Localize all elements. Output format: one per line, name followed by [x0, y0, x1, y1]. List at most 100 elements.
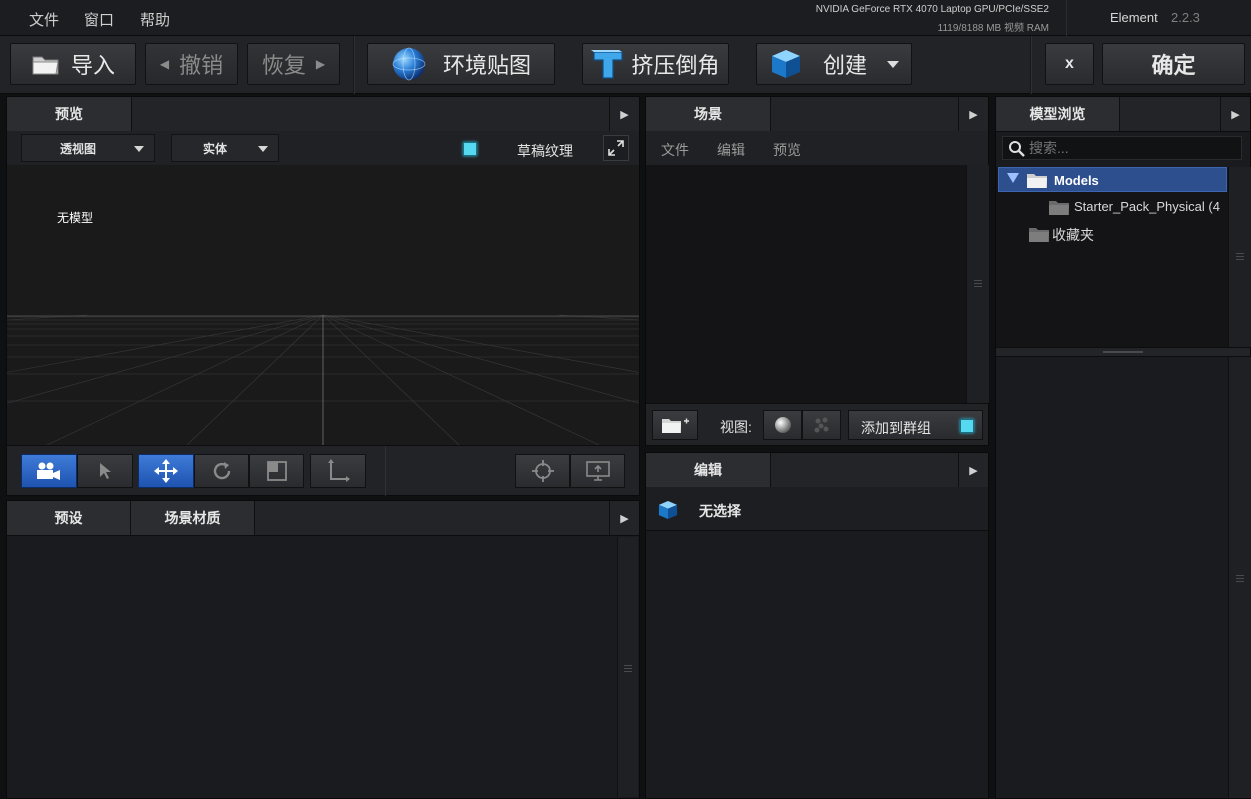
camera-tool[interactable] — [21, 454, 77, 488]
chevron-left-icon: ◀ — [159, 57, 170, 71]
expand-arrow-icon[interactable]: ▶ — [958, 453, 988, 487]
menu-help[interactable]: 帮助 — [140, 9, 170, 30]
chevron-right-icon: ▶ — [315, 57, 326, 71]
add-to-group-button[interactable]: 添加到群组 — [848, 410, 983, 440]
search-icon — [1009, 141, 1025, 157]
redo-button[interactable]: 恢复 ▶ — [247, 43, 340, 85]
app-version: 2.2.3 — [1171, 10, 1200, 25]
move-arrows-icon — [154, 459, 178, 483]
draft-texture-toggle[interactable] — [463, 142, 477, 156]
particles-icon — [814, 417, 828, 433]
tool-group-1 — [21, 454, 133, 488]
create-label: 创建 — [822, 53, 867, 78]
presets-tabbar: 预设 场景材质 ▶ — [7, 501, 639, 536]
camera-icon — [37, 462, 60, 480]
scene-menu-edit[interactable]: 编辑 — [717, 140, 745, 160]
menu-file[interactable]: 文件 — [29, 9, 59, 30]
scene-menu-file[interactable]: 文件 — [661, 140, 689, 160]
view-mode-dropdown[interactable]: 透视图 — [21, 134, 155, 162]
axis-icon — [328, 459, 350, 482]
scroll-grip-icon — [1236, 253, 1244, 260]
folder-icon — [1027, 174, 1047, 188]
search-input[interactable] — [1029, 139, 1235, 157]
add-to-group-indicator — [960, 419, 974, 433]
expand-arrow-icon[interactable]: ▶ — [609, 97, 639, 131]
view-sphere-button[interactable] — [763, 410, 802, 440]
expand-arrow-icon[interactable]: ▶ — [609, 501, 639, 535]
scroll-grip-icon — [1236, 575, 1244, 582]
tree-item-models[interactable]: Models — [998, 167, 1227, 192]
scale-tool[interactable] — [249, 454, 304, 488]
import-label: 导入 — [70, 53, 115, 78]
draft-texture-label: 草稿纹理 — [517, 143, 573, 159]
close-button[interactable]: x — [1045, 43, 1094, 85]
pointer-icon — [100, 463, 111, 479]
splitter-grip-icon — [1103, 351, 1143, 353]
model-tree-scrollbar[interactable] — [1228, 167, 1251, 347]
gpu-info: NVIDIA GeForce RTX 4070 Laptop GPU/PCIe/… — [815, 4, 1049, 15]
scene-panel: 场景 ▶ 文件 编辑 预览 视图: 添加到群组 — [645, 96, 989, 446]
rotate-tool[interactable] — [194, 454, 249, 488]
shading-mode-value: 实体 — [202, 141, 227, 156]
import-button[interactable]: 导入 — [10, 43, 136, 85]
presets-scrollbar[interactable] — [617, 537, 638, 797]
new-folder-icon — [662, 418, 689, 433]
menu-bar: 文件 窗口 帮助 NVIDIA GeForce RTX 4070 Laptop … — [0, 0, 1251, 36]
tree-item-favorites[interactable]: 收藏夹 — [1026, 222, 1216, 246]
preview-options-bar: 透视图 实体 草稿纹理 — [7, 131, 639, 165]
tree-item-models-label: Models — [1054, 173, 1099, 188]
environment-map-button[interactable]: 环境贴图 — [367, 43, 555, 85]
undo-button[interactable]: ◀ 撤销 — [145, 43, 238, 85]
new-folder-button[interactable] — [652, 410, 698, 440]
caret-down-icon — [258, 146, 268, 152]
view-particles-button[interactable] — [802, 410, 841, 440]
maximize-icon — [608, 140, 624, 156]
ground-grid — [7, 314, 639, 445]
extrude-bevel-button[interactable]: 挤压倒角 — [582, 43, 729, 85]
menu-window[interactable]: 窗口 — [84, 9, 114, 30]
model-tree: Models Starter_Pack_Physical (4 收藏夹 — [996, 167, 1228, 347]
model-browser-tabbar: 模型浏览 ▶ — [996, 97, 1250, 132]
select-tool[interactable] — [77, 454, 133, 488]
screen-tool[interactable] — [570, 454, 625, 488]
cube-icon — [771, 50, 800, 78]
axis-tool[interactable] — [310, 454, 366, 488]
model-preview-scrollbar[interactable] — [1228, 357, 1251, 798]
selection-info: 无选择 — [646, 487, 988, 531]
tab-scene[interactable]: 场景 — [646, 97, 771, 131]
maximize-button[interactable] — [603, 135, 629, 161]
search-box[interactable] — [1002, 136, 1242, 160]
tree-item-starter-pack[interactable]: Starter_Pack_Physical (4 — [1046, 195, 1228, 219]
divider — [385, 446, 386, 496]
tab-presets[interactable]: 预设 — [7, 501, 131, 535]
shading-mode-dropdown[interactable]: 实体 — [171, 134, 279, 162]
undo-label: 撤销 — [179, 53, 224, 78]
edit-panel: 编辑 ▶ 无选择 — [645, 452, 989, 799]
focus-tool[interactable] — [515, 454, 570, 488]
folder-icon — [1049, 201, 1069, 215]
create-button[interactable]: 创建 — [756, 43, 912, 85]
expand-arrow-icon[interactable]: ▶ — [958, 97, 988, 131]
tab-scene-materials[interactable]: 场景材质 — [131, 501, 255, 535]
scroll-grip-icon — [624, 665, 632, 672]
tab-edit[interactable]: 编辑 — [646, 453, 771, 487]
preview-tabbar: 预览 ▶ — [7, 97, 639, 132]
monitor-icon — [585, 461, 610, 481]
redo-label: 恢复 — [261, 53, 306, 78]
expand-arrow-icon[interactable]: ▶ — [1220, 97, 1250, 131]
scene-menu-preview[interactable]: 预览 — [773, 140, 801, 160]
scene-tree[interactable] — [646, 165, 966, 403]
confirm-button[interactable]: 确定 — [1102, 43, 1245, 85]
3d-viewport[interactable]: 无模型 — [7, 165, 639, 445]
move-tool[interactable] — [138, 454, 194, 488]
scale-icon — [266, 461, 287, 481]
edit-tabbar: 编辑 ▶ — [646, 453, 988, 488]
tab-preview[interactable]: 预览 — [7, 97, 132, 131]
expand-triangle-icon[interactable] — [1007, 173, 1019, 183]
splitter-handle[interactable] — [996, 347, 1250, 357]
environment-map-label: 环境贴图 — [442, 53, 531, 78]
cube-icon — [658, 500, 678, 520]
scene-scrollbar[interactable] — [966, 165, 989, 403]
tab-model-browser[interactable]: 模型浏览 — [996, 97, 1120, 131]
scene-footer: 视图: 添加到群组 — [646, 403, 988, 445]
